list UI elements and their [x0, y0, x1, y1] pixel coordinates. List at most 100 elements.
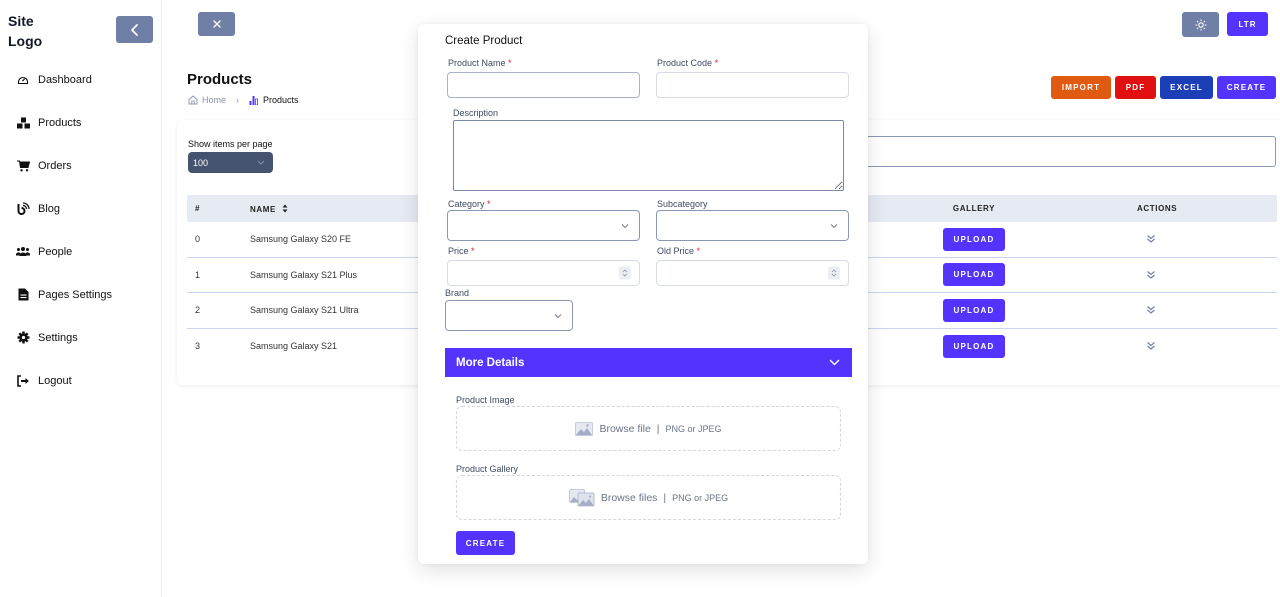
sidebar-item-label: Pages Settings — [38, 288, 112, 301]
close-modal-button[interactable] — [198, 12, 235, 36]
create-button[interactable]: CREATE — [1217, 76, 1276, 99]
create-product-modal: Create Product Product Name * Product Co… — [418, 24, 868, 564]
row-name: Samsung Galaxy S21 — [250, 341, 338, 352]
browse-file-link[interactable]: Browse file — [599, 423, 650, 435]
more-details-label: More Details — [456, 356, 525, 369]
chevron-down-icon — [829, 359, 840, 366]
product-name-input[interactable] — [447, 72, 640, 98]
sun-icon — [1194, 18, 1207, 31]
per-page-value: 100 — [193, 157, 209, 168]
home-icon — [188, 95, 198, 105]
page-title: Products — [187, 71, 253, 88]
excel-button[interactable]: EXCEL — [1160, 76, 1213, 99]
breadcrumb-separator-icon: › — [236, 95, 240, 105]
per-page-select[interactable]: 100 — [188, 152, 273, 173]
old-price-input[interactable] — [656, 260, 849, 286]
upload-gallery-button[interactable]: UPLOAD — [943, 298, 1005, 322]
sidebar-item-settings[interactable]: Settings — [0, 316, 162, 359]
product-code-input[interactable] — [656, 72, 849, 98]
row-name: Samsung Galaxy S21 Ultra — [250, 305, 359, 316]
sidebar-item-products[interactable]: Products — [0, 101, 162, 144]
per-page-label: Show items per page — [188, 139, 273, 149]
category-label: Category * — [448, 199, 491, 209]
separator: | — [663, 491, 667, 504]
row-id: 0 — [195, 234, 201, 245]
import-button[interactable]: IMPORT — [1051, 76, 1111, 99]
brand-label: Brand — [445, 288, 470, 298]
breadcrumb-home[interactable]: Home — [188, 95, 226, 105]
product-image-dropzone[interactable]: Browse file | PNG or JPEG — [456, 406, 841, 451]
sidebar-item-dashboard[interactable]: Dashboard — [0, 58, 162, 101]
chevron-down-icon — [621, 223, 629, 228]
subcategory-select[interactable] — [656, 210, 849, 241]
product-code-label: Product Code * — [657, 58, 719, 68]
sidebar-nav: Dashboard Products Orders Blog People Pa… — [0, 58, 162, 402]
number-spinner-icon[interactable] — [619, 266, 631, 280]
chevron-down-icon — [257, 160, 265, 165]
upload-gallery-button[interactable]: UPLOAD — [943, 334, 1005, 358]
sidebar-item-label: Orders — [38, 159, 72, 172]
theme-toggle-button[interactable] — [1182, 12, 1219, 37]
header-actions: IMPORT PDF EXCEL CREATE — [1051, 76, 1276, 99]
file-type-hint: PNG or JPEG — [672, 492, 729, 503]
submit-create-button[interactable]: CREATE — [456, 531, 515, 555]
images-icon — [568, 488, 595, 506]
expand-row-icon[interactable] — [1145, 269, 1157, 281]
modal-title: Create Product — [445, 35, 523, 47]
number-spinner-icon[interactable] — [828, 266, 840, 280]
column-header-gallery: GALLERY — [952, 204, 996, 213]
sidebar: Site Logo Dashboard Products Orders Blog… — [0, 0, 162, 597]
site-logo[interactable]: Site Logo — [8, 11, 68, 51]
category-select[interactable] — [447, 210, 640, 241]
chevron-down-icon — [830, 223, 838, 228]
chevron-down-icon — [554, 313, 562, 318]
breadcrumb: Home › Products — [188, 95, 299, 105]
breadcrumb-current-label: Products — [263, 95, 299, 105]
sidebar-item-people[interactable]: People — [0, 230, 162, 273]
row-id: 2 — [195, 305, 201, 316]
file-icon — [16, 288, 30, 302]
sidebar-item-logout[interactable]: Logout — [0, 359, 162, 402]
close-icon — [212, 20, 221, 28]
product-gallery-dropzone[interactable]: Browse files | PNG or JPEG — [456, 475, 841, 520]
sidebar-item-pages-settings[interactable]: Pages Settings — [0, 273, 162, 316]
dashboard-gauge-icon — [16, 73, 30, 87]
price-label: Price * — [448, 246, 475, 256]
sidebar-item-label: Dashboard — [38, 73, 92, 86]
product-gallery-label: Product Gallery — [456, 464, 519, 474]
browse-files-link[interactable]: Browse files — [601, 492, 658, 504]
old-price-label: Old Price * — [657, 246, 701, 256]
row-id: 3 — [195, 341, 201, 352]
subcategory-label: Subcategory — [657, 199, 708, 209]
expand-row-icon[interactable] — [1145, 233, 1157, 245]
expand-row-icon[interactable] — [1145, 340, 1157, 352]
gear-icon — [16, 331, 30, 345]
direction-toggle-button[interactable]: LTR — [1227, 12, 1268, 36]
sidebar-item-blog[interactable]: Blog — [0, 187, 162, 230]
search-input[interactable] — [850, 136, 1276, 167]
column-header-id: # — [195, 204, 201, 213]
sidebar-item-label: Logout — [38, 374, 72, 387]
sidebar-item-orders[interactable]: Orders — [0, 144, 162, 187]
logout-icon — [16, 374, 30, 388]
sidebar-item-label: Settings — [38, 331, 78, 344]
collapse-sidebar-button[interactable] — [116, 16, 153, 43]
upload-gallery-button[interactable]: UPLOAD — [943, 227, 1005, 251]
description-textarea[interactable] — [453, 120, 844, 191]
breadcrumb-current: Products — [249, 95, 299, 105]
brand-select[interactable] — [445, 300, 573, 331]
separator: | — [656, 422, 660, 435]
price-input[interactable] — [447, 260, 640, 286]
bar-chart-icon — [249, 96, 258, 105]
description-label: Description — [453, 108, 499, 118]
file-type-hint: PNG or JPEG — [665, 423, 722, 434]
breadcrumb-home-label: Home — [202, 95, 227, 105]
product-name-label: Product Name * — [448, 58, 512, 68]
column-header-name[interactable]: NAME — [250, 204, 288, 214]
more-details-accordion[interactable]: More Details — [445, 348, 852, 377]
expand-row-icon[interactable] — [1145, 304, 1157, 316]
sidebar-item-label: People — [38, 245, 73, 258]
pdf-button[interactable]: PDF — [1115, 76, 1156, 99]
upload-gallery-button[interactable]: UPLOAD — [943, 263, 1005, 287]
column-header-actions: ACTIONS — [1137, 204, 1178, 213]
